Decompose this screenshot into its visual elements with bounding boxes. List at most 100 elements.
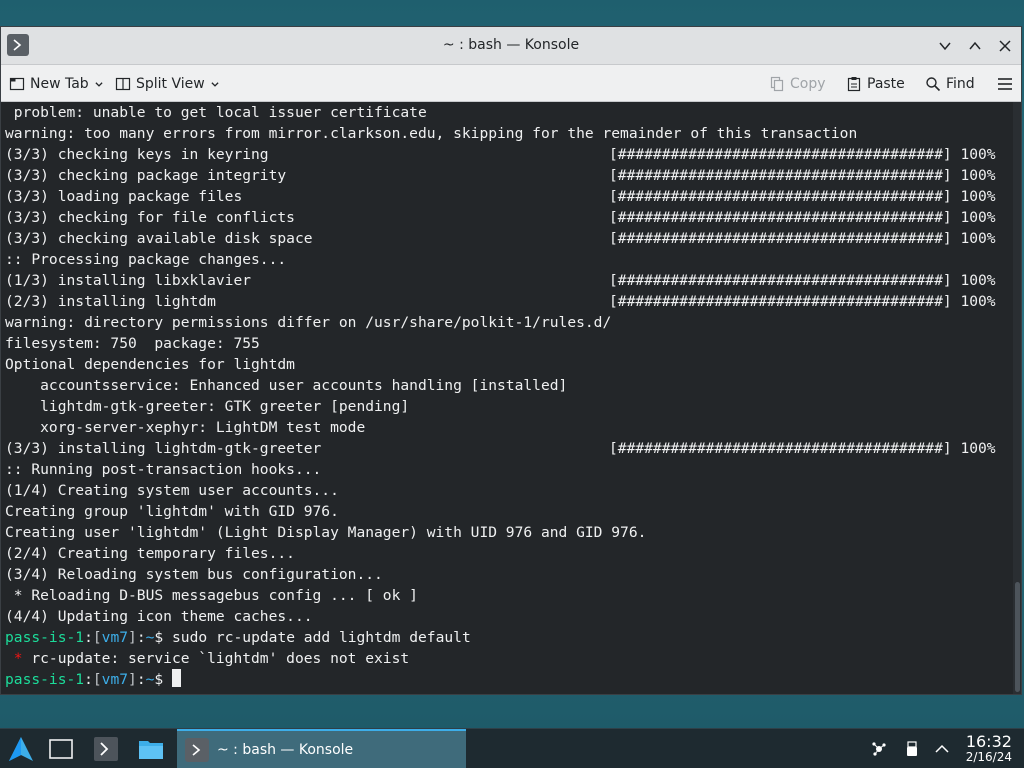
copy-button[interactable]: Copy (769, 73, 826, 95)
prompt-dollar: $ (154, 629, 164, 646)
usb-tray-button[interactable] (903, 729, 921, 768)
progress-bar-text: [#####################################] … (609, 167, 996, 184)
prompt-user: pass-is-1 (5, 671, 85, 688)
error-line: * rc-update: service `lightdm' does not … (5, 648, 409, 669)
output-line: (1/3) installing libxklavier (5, 272, 252, 289)
progress-bar-text: [#####################################] … (609, 188, 996, 205)
output-line: Creating user 'lightdm' (Light Display M… (5, 524, 647, 541)
prompt-separator: : (136, 671, 146, 688)
copy-icon (770, 76, 784, 92)
search-icon (926, 77, 941, 92)
output-line: (3/3) checking package integrity (5, 167, 287, 184)
taskbar: ~ : bash — Konsole 16:32 2/16/24 (0, 728, 1024, 768)
output-line: (3/3) installing lightdm-gtk-greeter (5, 440, 322, 457)
text-cursor (172, 669, 182, 687)
show-desktop-button[interactable] (46, 733, 76, 765)
clock-time: 16:32 (965, 732, 1012, 751)
close-button[interactable] (995, 36, 1015, 56)
prompt-bracket: ] (128, 671, 137, 688)
output-line: problem: unable to get local issuer cert… (5, 104, 427, 121)
folder-icon (139, 741, 163, 759)
error-star: * (5, 650, 23, 667)
minimize-button[interactable] (935, 36, 955, 56)
command-text: sudo rc-update add lightdm default (163, 629, 471, 646)
active-prompt-line[interactable]: pass-is-1:[vm7]:~$ (5, 669, 182, 690)
application-launcher-icon (9, 737, 33, 761)
clock[interactable]: 16:32 2/16/24 (966, 733, 1012, 765)
terminal-scrollbar[interactable] (1013, 102, 1021, 694)
prompt-separator: : (84, 671, 93, 688)
output-line: (4/4) Updating icon theme caches... (5, 608, 313, 625)
output-line: (3/4) Reloading system bus configuration… (5, 566, 383, 583)
terminal-output[interactable]: pass-is-1:[vm7]:~$ sudo rc-update add li… (1, 102, 1021, 694)
output-line: (2/4) Creating temporary files... (5, 545, 295, 562)
find-button[interactable]: Find (925, 73, 975, 95)
clock-date: 2/16/24 (965, 750, 1012, 764)
close-icon (999, 40, 1011, 52)
command-line: pass-is-1:[vm7]:~$ sudo rc-update add li… (5, 627, 471, 648)
new-tab-button[interactable]: New Tab (9, 73, 104, 95)
konsole-launcher[interactable] (90, 733, 122, 765)
taskbar-task-konsole[interactable]: ~ : bash — Konsole (177, 729, 466, 768)
progress-bar-text: [#####################################] … (609, 209, 996, 226)
scrollbar-thumb[interactable] (1015, 582, 1020, 692)
output-line: (1/4) Creating system user accounts... (5, 482, 339, 499)
prompt-host: vm7 (101, 629, 129, 646)
prompt-host: vm7 (101, 671, 129, 688)
progress-bar-text: [#####################################] … (609, 272, 996, 289)
terminal-icon (185, 738, 209, 762)
usb-drive-icon (907, 741, 917, 756)
hamburger-menu-icon (998, 78, 1012, 90)
output-line: :: Processing package changes... (5, 251, 287, 268)
output-line: lightdm-gtk-greeter: GTK greeter [pendin… (5, 398, 410, 415)
paste-button[interactable]: Paste (846, 73, 905, 95)
progress-bar-text: [#####################################] … (609, 440, 996, 457)
split-view-icon (115, 77, 131, 91)
paste-icon (847, 77, 861, 92)
file-manager-launcher[interactable] (134, 733, 168, 765)
new-tab-label: New Tab (30, 76, 89, 92)
find-label: Find (946, 76, 975, 92)
chevron-down-icon (95, 82, 103, 87)
progress-bar-text: [#####################################] … (609, 230, 996, 247)
split-view-button[interactable]: Split View (115, 73, 220, 95)
output-line: (3/3) checking keys in keyring (5, 146, 269, 163)
prompt-separator: : (84, 629, 93, 646)
output-line: (2/3) installing lightdm (5, 293, 216, 310)
new-tab-icon (9, 77, 25, 91)
terminal-icon (94, 737, 118, 761)
maximize-button[interactable] (965, 36, 985, 56)
prompt-bracket: ] (128, 629, 137, 646)
output-line: xorg-server-xephyr: LightDM test mode (5, 419, 366, 436)
output-line: (3/3) loading package files (5, 188, 243, 205)
paste-label: Paste (867, 76, 905, 92)
hamburger-menu-button[interactable] (997, 73, 1013, 95)
network-tray-button[interactable] (870, 729, 890, 768)
prompt-dollar: $ (154, 671, 164, 688)
output-line: Creating group 'lightdm' with GID 976. (5, 503, 339, 520)
output-line: filesystem: 750 package: 755 (5, 335, 260, 352)
prompt-separator: : (136, 629, 146, 646)
task-label: ~ : bash — Konsole (217, 742, 354, 758)
prompt-bracket: [ (92, 671, 102, 688)
output-line: warning: too many errors from mirror.cla… (5, 125, 858, 142)
konsole-window: ~ : bash — Konsole New Tab Split View Co… (0, 26, 1022, 695)
chevron-down-icon (939, 42, 951, 51)
progress-bar-text: [#####################################] … (609, 293, 996, 310)
split-view-label: Split View (136, 76, 205, 92)
prompt-user: pass-is-1 (5, 629, 85, 646)
output-line: warning: directory permissions differ on… (5, 314, 612, 331)
error-text: rc-update: service `lightdm' does not ex… (22, 650, 410, 667)
system-tray-expand-button[interactable] (933, 729, 951, 768)
app-launcher-button[interactable] (4, 733, 38, 765)
output-line: (3/3) checking for file conflicts (5, 209, 295, 226)
chevron-up-icon (969, 41, 981, 50)
network-icon (872, 742, 886, 756)
output-line: * Reloading D-BUS messagebus config ... … (5, 587, 418, 604)
output-line: :: Running post-transaction hooks... (5, 461, 322, 478)
progress-bar-text: [#####################################] … (609, 146, 996, 163)
copy-label: Copy (790, 76, 826, 92)
output-line: Optional dependencies for lightdm (5, 356, 295, 373)
title-bar[interactable]: ~ : bash — Konsole (1, 27, 1021, 65)
prompt-bracket: [ (92, 629, 102, 646)
